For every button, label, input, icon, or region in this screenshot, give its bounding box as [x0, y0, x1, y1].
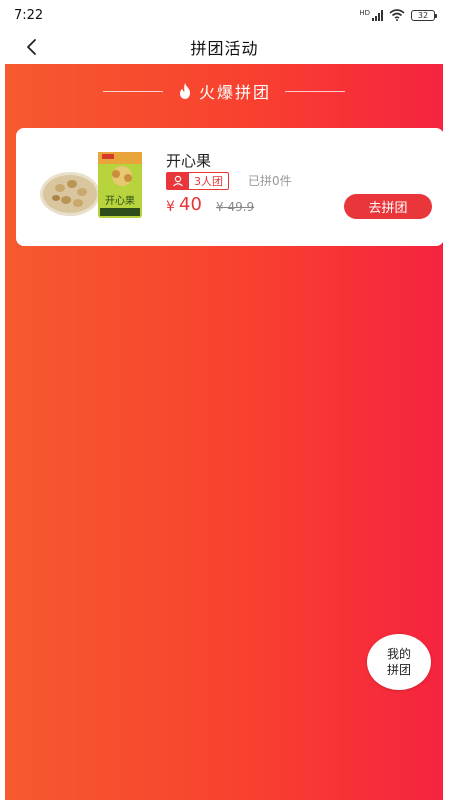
group-buy-panel: 火爆拼团 开心果 开心果 3人团 已拼0件 ¥ 40 ¥ 49.9 去拼团 [5, 64, 444, 800]
network-label: HD [359, 9, 370, 17]
status-icons: HD 32 [359, 9, 437, 21]
product-image: 开心果 [40, 152, 142, 218]
group-size-badge: 3人团 [166, 172, 229, 190]
battery-icon: 32 [411, 9, 437, 21]
back-button[interactable] [18, 34, 44, 60]
signal-icon [372, 9, 383, 21]
price-currency: ¥ [166, 199, 175, 215]
product-card[interactable]: 开心果 开心果 3人团 已拼0件 ¥ 40 ¥ 49.9 去拼团 [16, 128, 444, 246]
my-groups-line1: 我的 [386, 647, 411, 661]
joined-count: 已拼0件 [248, 174, 292, 188]
original-price: ¥ 49.9 [216, 200, 255, 214]
wifi-icon [389, 9, 405, 21]
status-bar: 7:22 HD 32 [0, 0, 449, 30]
product-name: 开心果 [166, 152, 212, 170]
product-image-label: 开心果 [105, 195, 135, 207]
user-icon [173, 175, 183, 187]
my-groups-button[interactable]: 我的 拼团 [367, 634, 431, 690]
chevron-left-icon [27, 39, 36, 55]
header-divider-left [102, 90, 163, 92]
section-title-text: 火爆拼团 [198, 83, 271, 102]
my-groups-line2: 拼团 [386, 663, 411, 677]
page-title: 拼团活动 [190, 39, 259, 58]
group-size-text: 3人团 [194, 175, 223, 188]
join-group-button[interactable]: 去拼团 [344, 194, 432, 219]
group-price: 40 [179, 194, 202, 215]
section-header: 火爆拼团 [5, 78, 443, 104]
flame-icon [179, 83, 190, 99]
nav-bar: 拼团活动 [0, 30, 449, 64]
badge-icon-wrap [167, 173, 189, 189]
section-title: 火爆拼团 [177, 79, 271, 103]
status-time: 7:22 [14, 7, 44, 23]
header-divider-right [285, 90, 345, 92]
battery-level: 32 [417, 10, 429, 20]
